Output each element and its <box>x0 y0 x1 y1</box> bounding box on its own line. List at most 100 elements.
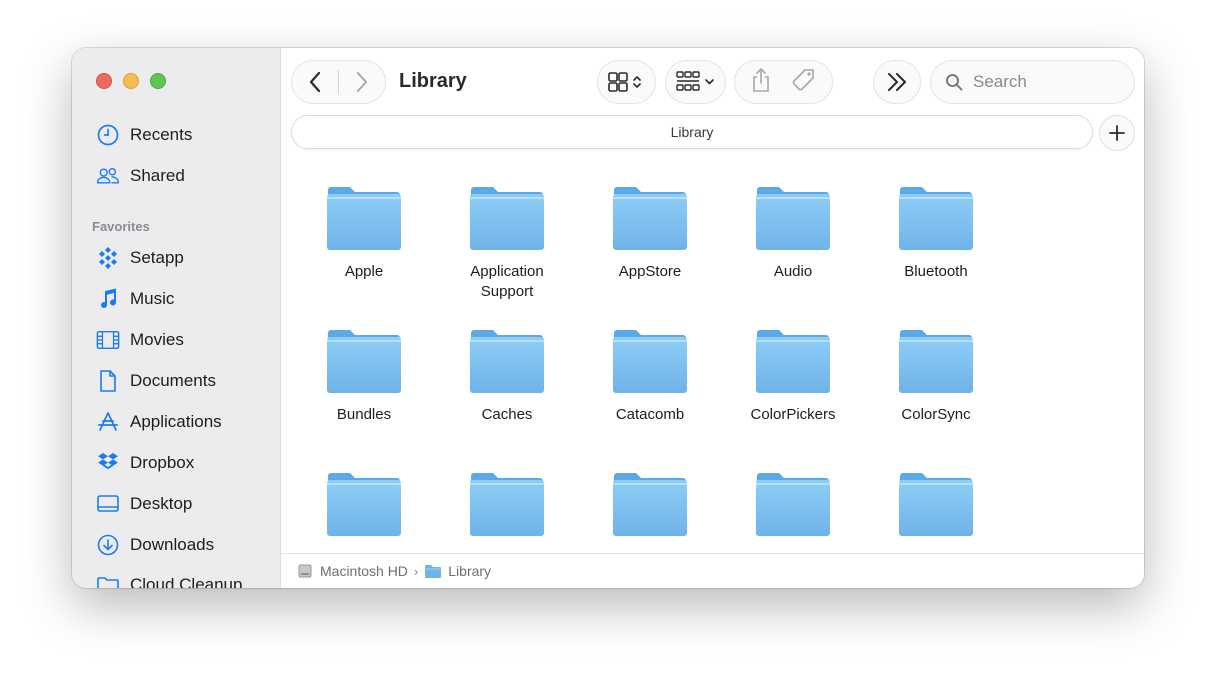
folder-icon <box>470 473 544 536</box>
tab-label: Library <box>670 124 714 140</box>
plus-icon <box>1109 125 1125 141</box>
sidebar-item-desktop[interactable]: Desktop <box>94 489 192 519</box>
close-button[interactable] <box>96 73 112 89</box>
sidebar-item-dropbox[interactable]: Dropbox <box>94 448 194 478</box>
sidebar-item-recents[interactable]: Recents <box>94 120 192 150</box>
folder-label: Bundles <box>336 406 392 423</box>
sidebar-item-label: Setapp <box>130 248 184 267</box>
setapp-icon <box>94 244 122 272</box>
icon-grid-view-icon <box>607 72 641 92</box>
tag-icon <box>792 68 814 90</box>
sidebar-item-label: Cloud Cleanup... <box>130 575 257 588</box>
shared-people-icon <box>94 162 122 190</box>
folder-item[interactable] <box>733 472 853 538</box>
crumb-macintosh-hd[interactable]: Macintosh HD <box>320 563 408 579</box>
music-note-icon <box>94 285 122 313</box>
sidebar-item-label: Downloads <box>130 535 215 554</box>
folder-item[interactable]: Apple <box>304 186 424 282</box>
folder-grid: Apple Application Support AppStore Audio… <box>281 168 1144 546</box>
group-grid-icon <box>675 71 714 91</box>
folder-icon <box>470 330 544 393</box>
sidebar-item-shared[interactable]: Shared <box>94 161 185 191</box>
folder-icon <box>756 187 830 250</box>
sidebar-item-documents[interactable]: Documents <box>94 366 216 396</box>
sidebar-item-cloud-cleanup[interactable]: Cloud Cleanup... <box>94 570 257 588</box>
film-icon <box>94 326 122 354</box>
crumb-library[interactable]: Library <box>448 563 491 579</box>
chevron-right-icon <box>357 72 367 92</box>
folder-label: AppStore <box>618 263 682 280</box>
folder-label: ColorSync <box>901 406 971 423</box>
hard-drive-icon <box>298 564 312 578</box>
sidebar-item-movies[interactable]: Movies <box>94 325 184 355</box>
folder-label: Audio <box>773 263 813 280</box>
search-field[interactable]: Search <box>930 60 1135 104</box>
folder-item[interactable]: Application Support <box>447 186 567 302</box>
document-icon <box>94 367 122 395</box>
sidebar-item-label: Shared <box>130 166 185 185</box>
folder-label: Apple <box>344 263 384 280</box>
folder-label: Bluetooth <box>904 263 968 280</box>
sidebar-item-label: Desktop <box>130 494 193 513</box>
search-icon <box>946 74 963 91</box>
sidebar-item-label: Movies <box>130 330 184 349</box>
sidebar-item-music[interactable]: Music <box>94 284 174 314</box>
folder-item[interactable]: Audio <box>733 186 853 282</box>
sidebar-item-label: Dropbox <box>130 453 195 472</box>
folder-item[interactable] <box>304 472 424 538</box>
folder-label: ColorPickers <box>750 406 836 423</box>
sidebar-item-applications[interactable]: Applications <box>94 407 222 437</box>
new-tab-button[interactable] <box>1099 115 1135 151</box>
zoom-button[interactable] <box>150 73 166 89</box>
chevron-left-icon <box>309 71 321 93</box>
sidebar: Recents Shared Favorites Setapp Music Mo… <box>72 48 281 588</box>
tag-button[interactable] <box>791 67 817 98</box>
group-by-button[interactable] <box>665 60 726 104</box>
folder-icon <box>470 187 544 250</box>
share-tag-group <box>734 60 833 104</box>
folder-icon <box>756 473 830 536</box>
folder-item[interactable]: Bluetooth <box>876 186 996 282</box>
share-button[interactable] <box>750 67 772 98</box>
sidebar-item-label: Recents <box>130 125 193 144</box>
folder-item[interactable]: ColorSync <box>876 329 996 425</box>
folder-item[interactable] <box>590 472 710 538</box>
folder-item[interactable]: Catacomb <box>590 329 710 425</box>
window-title: Library <box>399 70 467 92</box>
sidebar-item-label: Applications <box>130 412 222 431</box>
folder-icon <box>899 187 973 250</box>
share-icon <box>753 67 770 92</box>
minimize-button[interactable] <box>123 73 139 89</box>
tab-library[interactable]: Library <box>291 115 1093 149</box>
folder-icon <box>756 330 830 393</box>
dropbox-icon <box>94 449 122 477</box>
nav-buttons <box>291 60 386 104</box>
folder-icon <box>327 473 401 536</box>
folder-icon <box>327 330 401 393</box>
desktop-icon <box>94 490 122 518</box>
back-button[interactable] <box>292 61 338 103</box>
folder-icon <box>613 330 687 393</box>
more-toolbar-button[interactable] <box>873 60 921 104</box>
view-mode-button[interactable] <box>597 60 656 104</box>
folder-item[interactable]: ColorPickers <box>733 329 853 425</box>
main-area: Library Search Library Apple Application… <box>281 48 1144 588</box>
sidebar-item-setapp[interactable]: Setapp <box>94 243 184 273</box>
folder-item[interactable]: Caches <box>447 329 567 425</box>
download-icon <box>94 531 122 559</box>
folder-item[interactable] <box>876 472 996 538</box>
clock-icon <box>94 121 122 149</box>
folder-item[interactable]: AppStore <box>590 186 710 282</box>
folder-icon <box>613 473 687 536</box>
traffic-lights <box>96 73 166 89</box>
folder-icon <box>327 187 401 250</box>
sidebar-item-downloads[interactable]: Downloads <box>94 530 214 560</box>
finder-window: Recents Shared Favorites Setapp Music Mo… <box>72 48 1144 588</box>
forward-button[interactable] <box>339 61 385 103</box>
search-placeholder: Search <box>973 72 1027 91</box>
folder-item[interactable] <box>447 472 567 538</box>
folder-icon <box>899 473 973 536</box>
folder-item[interactable]: Bundles <box>304 329 424 425</box>
folder-label: Application Support <box>470 263 544 300</box>
folder-icon <box>425 565 442 578</box>
